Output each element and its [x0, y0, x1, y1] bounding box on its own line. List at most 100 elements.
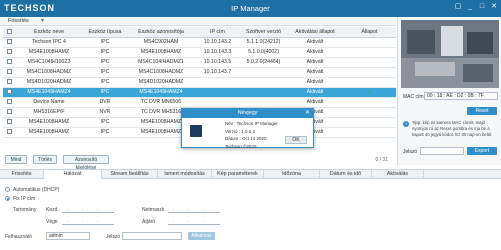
gateway-input[interactable]: . . . — [168, 218, 220, 225]
column-header[interactable]: Eszköz azonosítója — [127, 27, 195, 38]
tab-stream[interactable]: Stream beállítás — [102, 170, 158, 179]
password-label: Jelszó — [106, 234, 121, 240]
row-checkbox[interactable] — [3, 77, 15, 88]
start-label: Kezd. — [46, 207, 59, 213]
table-cell: MH5316EP/F — [15, 107, 83, 118]
tab-update[interactable]: Frissítés — [0, 170, 44, 179]
camera-preview — [401, 20, 499, 88]
row-checkbox[interactable] — [3, 57, 15, 68]
table-cell: MS4C104IH100Z3 — [15, 57, 83, 68]
menu-bar: Frissítés ▾ — [0, 17, 396, 26]
maximize-button[interactable]: □ — [478, 3, 486, 11]
table-cell: Aktivált — [287, 47, 343, 58]
restore-icon[interactable]: ▢ — [454, 3, 462, 11]
close-button[interactable]: ✕ — [490, 3, 498, 11]
table-cell — [343, 77, 396, 88]
minimize-button[interactable]: _ — [466, 3, 474, 11]
apply-button[interactable]: Alkalmaz — [188, 232, 215, 240]
start-ip-input[interactable]: . . . — [62, 206, 114, 213]
table-cell: MS4D1020HADMZ — [127, 77, 195, 88]
table-cell — [343, 47, 396, 58]
chevron-down-icon[interactable]: ▾ — [41, 17, 44, 24]
info-icon: i — [403, 121, 409, 127]
table-cell: MS4C1008HADMZ — [15, 67, 83, 78]
range-label: Tartomány — [13, 207, 37, 213]
info-date: Dátum : Oct 14 2020 — [225, 136, 267, 141]
table-cell: MS4C902HAM — [127, 37, 195, 48]
mac-field[interactable]: 00 : 18 : AE : D2 : 0B : 7F — [424, 92, 498, 100]
row-checkbox[interactable] — [3, 67, 15, 78]
tab-timezone[interactable]: Időzóna — [264, 170, 320, 179]
table-row[interactable]: MS4D1020HADMZ IPC MS4D1020HADMZ Aktivált — [3, 77, 396, 88]
code-label: Jelszó — [403, 149, 418, 155]
column-header[interactable]: Aktiválási állapot — [287, 27, 343, 38]
table-cell: 10.10.143.5 — [195, 57, 240, 68]
dhcp-label: Automatikus (DHCP) — [13, 187, 60, 193]
row-checkbox[interactable] — [3, 127, 15, 138]
table-cell: Device Name — [15, 97, 83, 108]
column-header[interactable]: Szoftver verzió — [240, 27, 287, 38]
netmask-input[interactable]: . . . — [168, 206, 220, 213]
table-cell — [195, 77, 240, 88]
mac-label: MAC cím — [403, 94, 424, 100]
dialog-header: Névjegy ✕ — [182, 109, 313, 118]
select-all-checkbox[interactable] — [3, 27, 15, 38]
delete-button[interactable]: Törlés — [33, 155, 57, 164]
dialog-close-icon[interactable]: ✕ — [305, 109, 310, 118]
table-cell: MS4E1008HAMZ — [15, 117, 83, 128]
row-checkbox[interactable] — [3, 97, 15, 108]
tab-date-time[interactable]: Dátum és idő — [320, 170, 372, 179]
column-header[interactable]: Eszköz típusa — [83, 27, 127, 38]
table-cell: MS4C1008HADMZ — [127, 67, 195, 78]
column-header[interactable]: Állapot — [343, 27, 396, 38]
table-row[interactable]: MS4C104IH100Z3 IPC MS4C104IHADMZ1 10.10.143… — [3, 57, 396, 68]
info-name: Név : Techson IP Manager — [225, 121, 278, 126]
ok-button[interactable]: OK — [285, 136, 307, 144]
camera-image — [401, 20, 499, 88]
table-row[interactable]: MS4E1049HAMZ4 IPC MS4E1049HAMZ4 Aktivált ✓ — [3, 87, 396, 98]
reset-button[interactable]: Reset — [467, 107, 497, 115]
table-row[interactable]: Device Name DVR TC DVR MN6506 Aktivált — [3, 97, 396, 108]
table-actions: Mind Törlés Azonosító kijelölése 0 / 31 — [3, 155, 396, 171]
row-checkbox[interactable] — [3, 107, 15, 118]
row-checkbox[interactable] — [3, 37, 15, 48]
dhcp-radio[interactable] — [5, 187, 10, 192]
table-cell: 5.1.1.0(24212) — [240, 37, 287, 48]
table-header: Eszköz neve Eszköz típusa Eszköz azonosí… — [3, 27, 396, 38]
table-cell — [343, 67, 396, 78]
about-dialog: Névjegy ✕ Név : Techson IP Manager Verzi… — [181, 108, 314, 150]
reset-tip: Tipp: kép és kamera MAC címét, majd nyom… — [412, 120, 493, 137]
table-row[interactable]: MS4C1008HADMZ IPC MS4C1008HADMZ 10.10.143.7… — [3, 67, 396, 78]
password-input[interactable] — [122, 232, 182, 240]
user-input[interactable]: admin — [46, 232, 90, 240]
tab-network[interactable]: Hálózat — [44, 170, 102, 179]
info-version: Verzió : 1.0.6.2 — [225, 128, 256, 134]
table-cell: MS4E1049HAMZ4 — [127, 87, 195, 98]
code-field[interactable] — [420, 147, 464, 155]
refresh-menu[interactable]: Frissítés — [8, 18, 29, 24]
table-cell: 10.10.143.7 — [195, 67, 240, 78]
row-checkbox[interactable] — [3, 87, 15, 98]
identify-button[interactable]: Azonosító kijelölése — [63, 155, 109, 171]
tab-activation[interactable]: Aktiválás — [372, 170, 424, 179]
table-cell — [343, 97, 396, 108]
select-all-button[interactable]: Mind — [5, 155, 27, 164]
table-row[interactable]: Techson IPC 4 IPC MS4C902HAM 10.10.143.2 5.1… — [3, 37, 396, 48]
tab-known-change[interactable]: Ismert módosítás — [158, 170, 212, 179]
table-cell: 5.1.0.0(4002) — [240, 47, 287, 58]
table-cell — [343, 117, 396, 128]
user-label: Felhasználó — [5, 234, 32, 240]
export-button[interactable]: Export — [467, 147, 497, 155]
fix-ip-radio[interactable] — [5, 196, 10, 201]
column-header[interactable]: IP cím — [195, 27, 240, 38]
table-cell: 10.10.143.3 — [195, 47, 240, 58]
tab-image-params[interactable]: Kép paraméterek — [212, 170, 264, 179]
row-checkbox[interactable] — [3, 47, 15, 58]
row-checkbox[interactable] — [3, 117, 15, 128]
column-header[interactable]: Eszköz neve — [15, 27, 83, 38]
dialog-info: Név : Techson IP Manager Verzió : 1.0.6.… — [225, 120, 278, 150]
end-ip-input[interactable]: . . . — [62, 218, 114, 225]
table-cell: 10.10.143.2 — [195, 37, 240, 48]
table-row[interactable]: MS4E1008HAMZ IPC MS4E1008HAMZ 10.10.143.3 5.… — [3, 47, 396, 58]
settings-tabs: Frissítés Hálózat Stream beállítás Ismer… — [0, 169, 501, 179]
